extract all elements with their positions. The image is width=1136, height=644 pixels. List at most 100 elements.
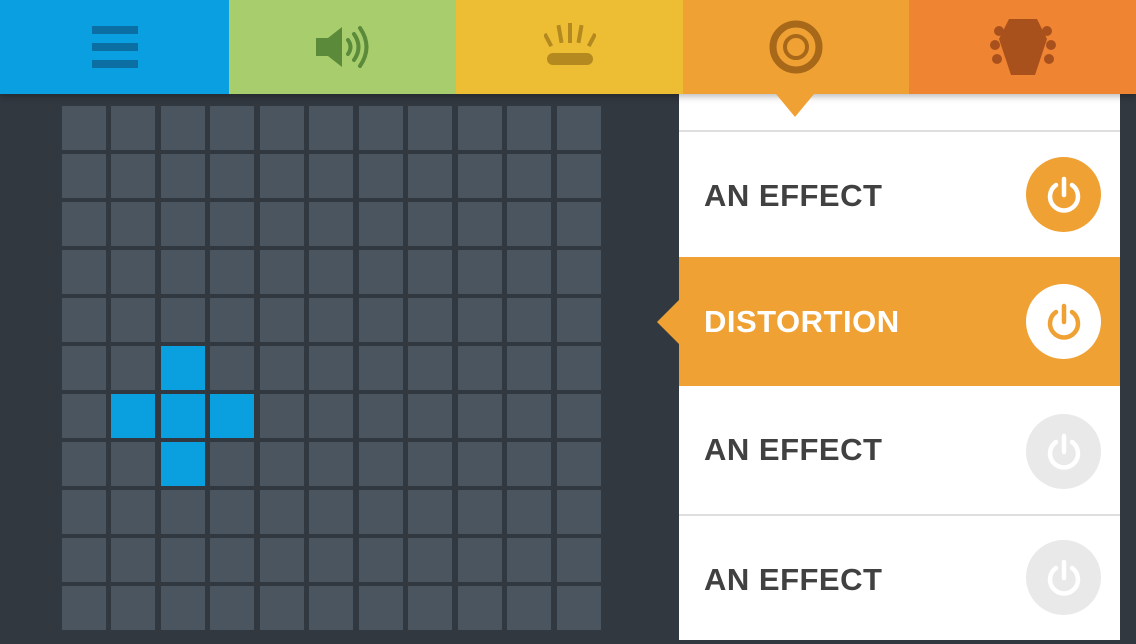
power-button[interactable] xyxy=(1026,414,1101,489)
grid-cell[interactable] xyxy=(507,106,551,150)
grid-cell[interactable] xyxy=(458,394,502,438)
grid-cell[interactable] xyxy=(161,298,205,342)
grid-cell[interactable] xyxy=(260,442,304,486)
grid-cell[interactable] xyxy=(458,202,502,246)
tab-lights[interactable] xyxy=(456,0,683,94)
grid-cell[interactable] xyxy=(507,346,551,390)
grid-cell[interactable] xyxy=(111,298,155,342)
grid-cell[interactable] xyxy=(359,394,403,438)
grid-cell[interactable] xyxy=(62,154,106,198)
grid-cell[interactable] xyxy=(359,250,403,294)
grid-cell[interactable] xyxy=(210,298,254,342)
effect-row-1[interactable]: AN EFFECT xyxy=(679,132,1120,260)
grid-cell[interactable] xyxy=(161,202,205,246)
grid-cell[interactable] xyxy=(557,250,601,294)
grid-cell[interactable] xyxy=(458,298,502,342)
grid-cell[interactable] xyxy=(210,490,254,534)
grid-cell[interactable] xyxy=(62,490,106,534)
grid-cell[interactable] xyxy=(62,394,106,438)
grid-cell[interactable] xyxy=(62,346,106,390)
grid-cell[interactable] xyxy=(458,346,502,390)
grid-cell[interactable] xyxy=(260,250,304,294)
grid-cell[interactable] xyxy=(111,442,155,486)
grid-cell[interactable] xyxy=(111,538,155,582)
grid-cell[interactable] xyxy=(458,154,502,198)
grid-cell-active[interactable] xyxy=(161,394,205,438)
grid-cell[interactable] xyxy=(557,586,601,630)
grid-cell-active[interactable] xyxy=(111,394,155,438)
grid-cell-active[interactable] xyxy=(210,394,254,438)
grid-cell[interactable] xyxy=(210,586,254,630)
grid-cell[interactable] xyxy=(359,538,403,582)
grid-cell[interactable] xyxy=(557,394,601,438)
grid-cell[interactable] xyxy=(507,394,551,438)
grid-cell[interactable] xyxy=(408,202,452,246)
grid-cell[interactable] xyxy=(210,250,254,294)
tab-effects[interactable] xyxy=(683,0,909,94)
grid-cell[interactable] xyxy=(309,106,353,150)
grid-cell[interactable] xyxy=(309,298,353,342)
grid-cell[interactable] xyxy=(210,346,254,390)
grid-cell[interactable] xyxy=(507,154,551,198)
grid-cell[interactable] xyxy=(210,106,254,150)
grid-cell[interactable] xyxy=(62,586,106,630)
grid-cell[interactable] xyxy=(507,442,551,486)
grid-cell[interactable] xyxy=(408,394,452,438)
grid-cell[interactable] xyxy=(260,154,304,198)
grid-cell[interactable] xyxy=(161,106,205,150)
grid-cell[interactable] xyxy=(458,490,502,534)
grid-cell[interactable] xyxy=(111,346,155,390)
grid-cell[interactable] xyxy=(507,490,551,534)
grid-cell[interactable] xyxy=(161,586,205,630)
grid-cell[interactable] xyxy=(111,586,155,630)
grid-cell[interactable] xyxy=(260,538,304,582)
grid-cell[interactable] xyxy=(161,490,205,534)
grid-cell[interactable] xyxy=(359,346,403,390)
grid-cell[interactable] xyxy=(359,154,403,198)
grid-cell[interactable] xyxy=(210,154,254,198)
grid-cell[interactable] xyxy=(309,250,353,294)
tab-volume[interactable] xyxy=(229,0,456,94)
grid-cell[interactable] xyxy=(557,538,601,582)
grid-cell[interactable] xyxy=(408,490,452,534)
grid-cell[interactable] xyxy=(557,490,601,534)
grid-cell[interactable] xyxy=(408,298,452,342)
grid-cell[interactable] xyxy=(309,394,353,438)
grid-cell[interactable] xyxy=(408,538,452,582)
grid-cell[interactable] xyxy=(408,106,452,150)
grid-cell[interactable] xyxy=(557,442,601,486)
grid-cell[interactable] xyxy=(458,442,502,486)
grid-cell[interactable] xyxy=(260,202,304,246)
grid-cell[interactable] xyxy=(62,106,106,150)
grid-cell[interactable] xyxy=(309,202,353,246)
tab-guitar[interactable] xyxy=(909,0,1136,94)
grid-cell[interactable] xyxy=(309,586,353,630)
grid-cell[interactable] xyxy=(309,442,353,486)
grid-cell[interactable] xyxy=(210,202,254,246)
grid-cell[interactable] xyxy=(408,250,452,294)
grid-cell[interactable] xyxy=(507,586,551,630)
grid-cell[interactable] xyxy=(359,586,403,630)
grid-cell[interactable] xyxy=(557,154,601,198)
grid-cell[interactable] xyxy=(408,586,452,630)
grid-cell[interactable] xyxy=(507,538,551,582)
grid-cell[interactable] xyxy=(111,490,155,534)
grid-cell[interactable] xyxy=(309,154,353,198)
grid-cell[interactable] xyxy=(161,538,205,582)
grid-cell[interactable] xyxy=(111,154,155,198)
grid-cell[interactable] xyxy=(111,106,155,150)
grid-cell[interactable] xyxy=(62,202,106,246)
grid-cell[interactable] xyxy=(507,250,551,294)
grid-cell[interactable] xyxy=(557,106,601,150)
effect-row-4[interactable]: AN EFFECT xyxy=(679,516,1120,644)
grid-cell[interactable] xyxy=(359,442,403,486)
grid-cell[interactable] xyxy=(359,106,403,150)
grid-cell[interactable] xyxy=(458,586,502,630)
grid-cell[interactable] xyxy=(458,106,502,150)
grid-cell[interactable] xyxy=(111,202,155,246)
grid-cell[interactable] xyxy=(62,538,106,582)
effect-row-3[interactable]: AN EFFECT xyxy=(679,386,1120,514)
grid-cell[interactable] xyxy=(309,346,353,390)
grid-cell[interactable] xyxy=(260,106,304,150)
grid-cell[interactable] xyxy=(359,490,403,534)
